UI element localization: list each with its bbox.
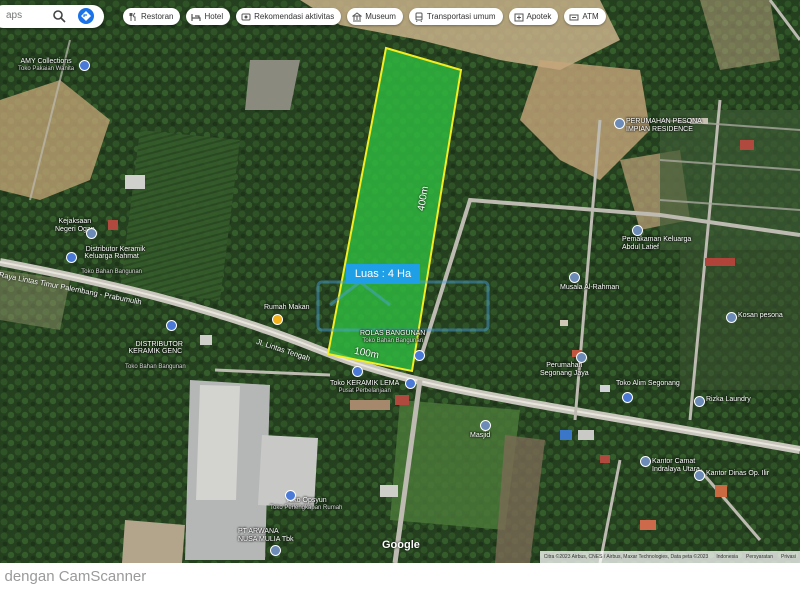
place-category: Toko Bahan Bangunan (362, 337, 424, 344)
government-pin-icon[interactable] (694, 470, 705, 481)
google-logo: Google (382, 539, 420, 551)
place-category: Toko Bahan Bangunan (125, 363, 186, 370)
chip-rekomendasi-aktivitas[interactable]: Rekomendasi aktivitas (236, 8, 342, 25)
place-perumahan-segonang[interactable]: Perumahan Segonang Jaya (540, 362, 589, 377)
place-kantor-camat[interactable]: Kantor Camat Indralaya Utara (652, 458, 700, 473)
place-musala[interactable]: Musala Al-Rahman (560, 284, 619, 292)
museum-icon (352, 11, 363, 21)
place-rolas-bangunan[interactable]: ROLAS BANGUNAN Toko Bahan Bangunan (360, 330, 425, 344)
place-category: Pusat Perbelanjaan (338, 387, 391, 394)
restaurant-pin-icon[interactable] (272, 314, 283, 325)
shop-pin-icon[interactable] (414, 350, 425, 361)
shop-pin-icon[interactable] (285, 490, 296, 501)
pharmacy-icon (514, 13, 524, 21)
place-name: AMY Collections (20, 58, 72, 65)
shop-pin-icon[interactable] (166, 320, 177, 331)
attribution-privacy[interactable]: Privasi (781, 554, 796, 560)
chip-label: Apotek (526, 12, 552, 21)
government-pin-icon[interactable] (640, 456, 651, 467)
cemetery-pin-icon[interactable] (632, 225, 643, 236)
place-rizka-laundry[interactable]: Rizka Laundry (706, 396, 751, 404)
residence-pin-icon[interactable] (614, 118, 625, 129)
chip-hotel[interactable]: Hotel (186, 8, 231, 25)
place-category: Toko Perlengkapan Rumah (270, 504, 343, 511)
place-arwana[interactable]: PT ARWANA NUSA MULIA Tbk (238, 528, 294, 543)
chip-label: Transportasi umum (426, 12, 496, 21)
place-distributor-genc[interactable]: DISTRIBUTOR KERAMIK GENC Toko Bahan Bang… (125, 333, 186, 386)
chip-transportasi-umum[interactable]: Transportasi umum (408, 8, 503, 25)
attribution-region[interactable]: Indonesia (716, 554, 738, 560)
chip-atm[interactable]: ATM (564, 8, 606, 25)
satellite-map[interactable]: aps Restoran Hotel Rekomendasi aktivitas… (0, 0, 800, 563)
place-name: DISTRIBUTOR KERAMIK GENC (128, 340, 183, 356)
place-rumah-makan[interactable]: Rumah Makan (264, 304, 310, 312)
place-name: ROLAS BANGUNAN (360, 330, 426, 337)
chip-apotek[interactable]: Apotek (508, 8, 559, 25)
transit-icon (415, 12, 423, 22)
mosque-pin-icon[interactable] (480, 420, 491, 431)
residence-pin-icon[interactable] (576, 352, 587, 363)
chip-label: Rekomendasi aktivitas (254, 12, 335, 21)
search-box[interactable]: aps (0, 5, 104, 28)
search-placeholder: aps (6, 10, 23, 21)
factory-pin-icon[interactable] (270, 545, 281, 556)
directions-icon[interactable] (77, 7, 95, 25)
restaurant-icon (129, 12, 136, 21)
activity-icon (241, 13, 251, 20)
place-perumahan-pesona[interactable]: PERUMAHAN PESONA IMPIAN RESIDENCE (626, 118, 702, 133)
chip-museum[interactable]: Museum (347, 8, 403, 25)
shop-pin-icon[interactable] (66, 252, 77, 263)
attribution-text: Citra ©2023 Airbus, CNES / Airbus, Maxar… (543, 554, 709, 560)
mosque-pin-icon[interactable] (569, 272, 580, 283)
place-category: Toko Pakaian Wanita (18, 65, 75, 72)
laundry-pin-icon[interactable] (694, 396, 705, 407)
place-category: Toko Bahan Bangunan (81, 268, 142, 275)
chip-label: Museum (365, 12, 396, 21)
chip-label: Restoran (141, 12, 174, 21)
place-toko-keramik[interactable]: Toko KERAMIK LEMA Pusat Perbelanjaan (330, 380, 399, 394)
search-icon[interactable] (52, 9, 66, 23)
place-name: Distributor Keramik Keluarga Rahmat (84, 245, 146, 261)
place-pemakaman[interactable]: Pemakaman Keluarga Abdul Latief (622, 236, 691, 251)
camscanner-watermark: i dengan CamScanner (0, 568, 147, 585)
place-masjid[interactable]: Masjid (470, 432, 490, 440)
place-toko-alim[interactable]: Toko Alim Segonang (616, 380, 680, 388)
place-distributor-rahmat[interactable]: Distributor Keramik Keluarga Rahmat Toko… (78, 238, 145, 291)
shop-pin-icon[interactable] (79, 60, 90, 71)
map-attribution: Citra ©2023 Airbus, CNES / Airbus, Maxar… (539, 551, 800, 563)
attribution-terms[interactable]: Persyaratan (746, 554, 773, 560)
place-name: Toko KERAMIK LEMA (330, 380, 400, 387)
shop-pin-icon[interactable] (622, 392, 633, 403)
hotel-icon (191, 13, 202, 21)
chip-restoran[interactable]: Restoran (123, 8, 181, 25)
place-kantor-dinas[interactable]: Kantor Dinas Op. Ilir (706, 470, 769, 478)
place-kosan-pesona[interactable]: Kosan pesona (738, 312, 783, 320)
place-toko-opsyun[interactable]: Toko Opsyun Toko Perlengkapan Rumah (270, 497, 342, 511)
chip-label: ATM (582, 12, 599, 21)
category-chips: Restoran Hotel Rekomendasi aktivitas Mus… (123, 8, 606, 25)
shop-pin-icon[interactable] (352, 366, 363, 377)
shop-pin-icon[interactable] (405, 378, 416, 389)
place-amy-collections[interactable]: AMY Collections Toko Pakaian Wanita (18, 58, 74, 72)
area-label: Luas : 4 Ha (346, 264, 420, 284)
chip-label: Hotel (204, 12, 224, 21)
lodging-pin-icon[interactable] (726, 312, 737, 323)
atm-icon (569, 14, 579, 20)
